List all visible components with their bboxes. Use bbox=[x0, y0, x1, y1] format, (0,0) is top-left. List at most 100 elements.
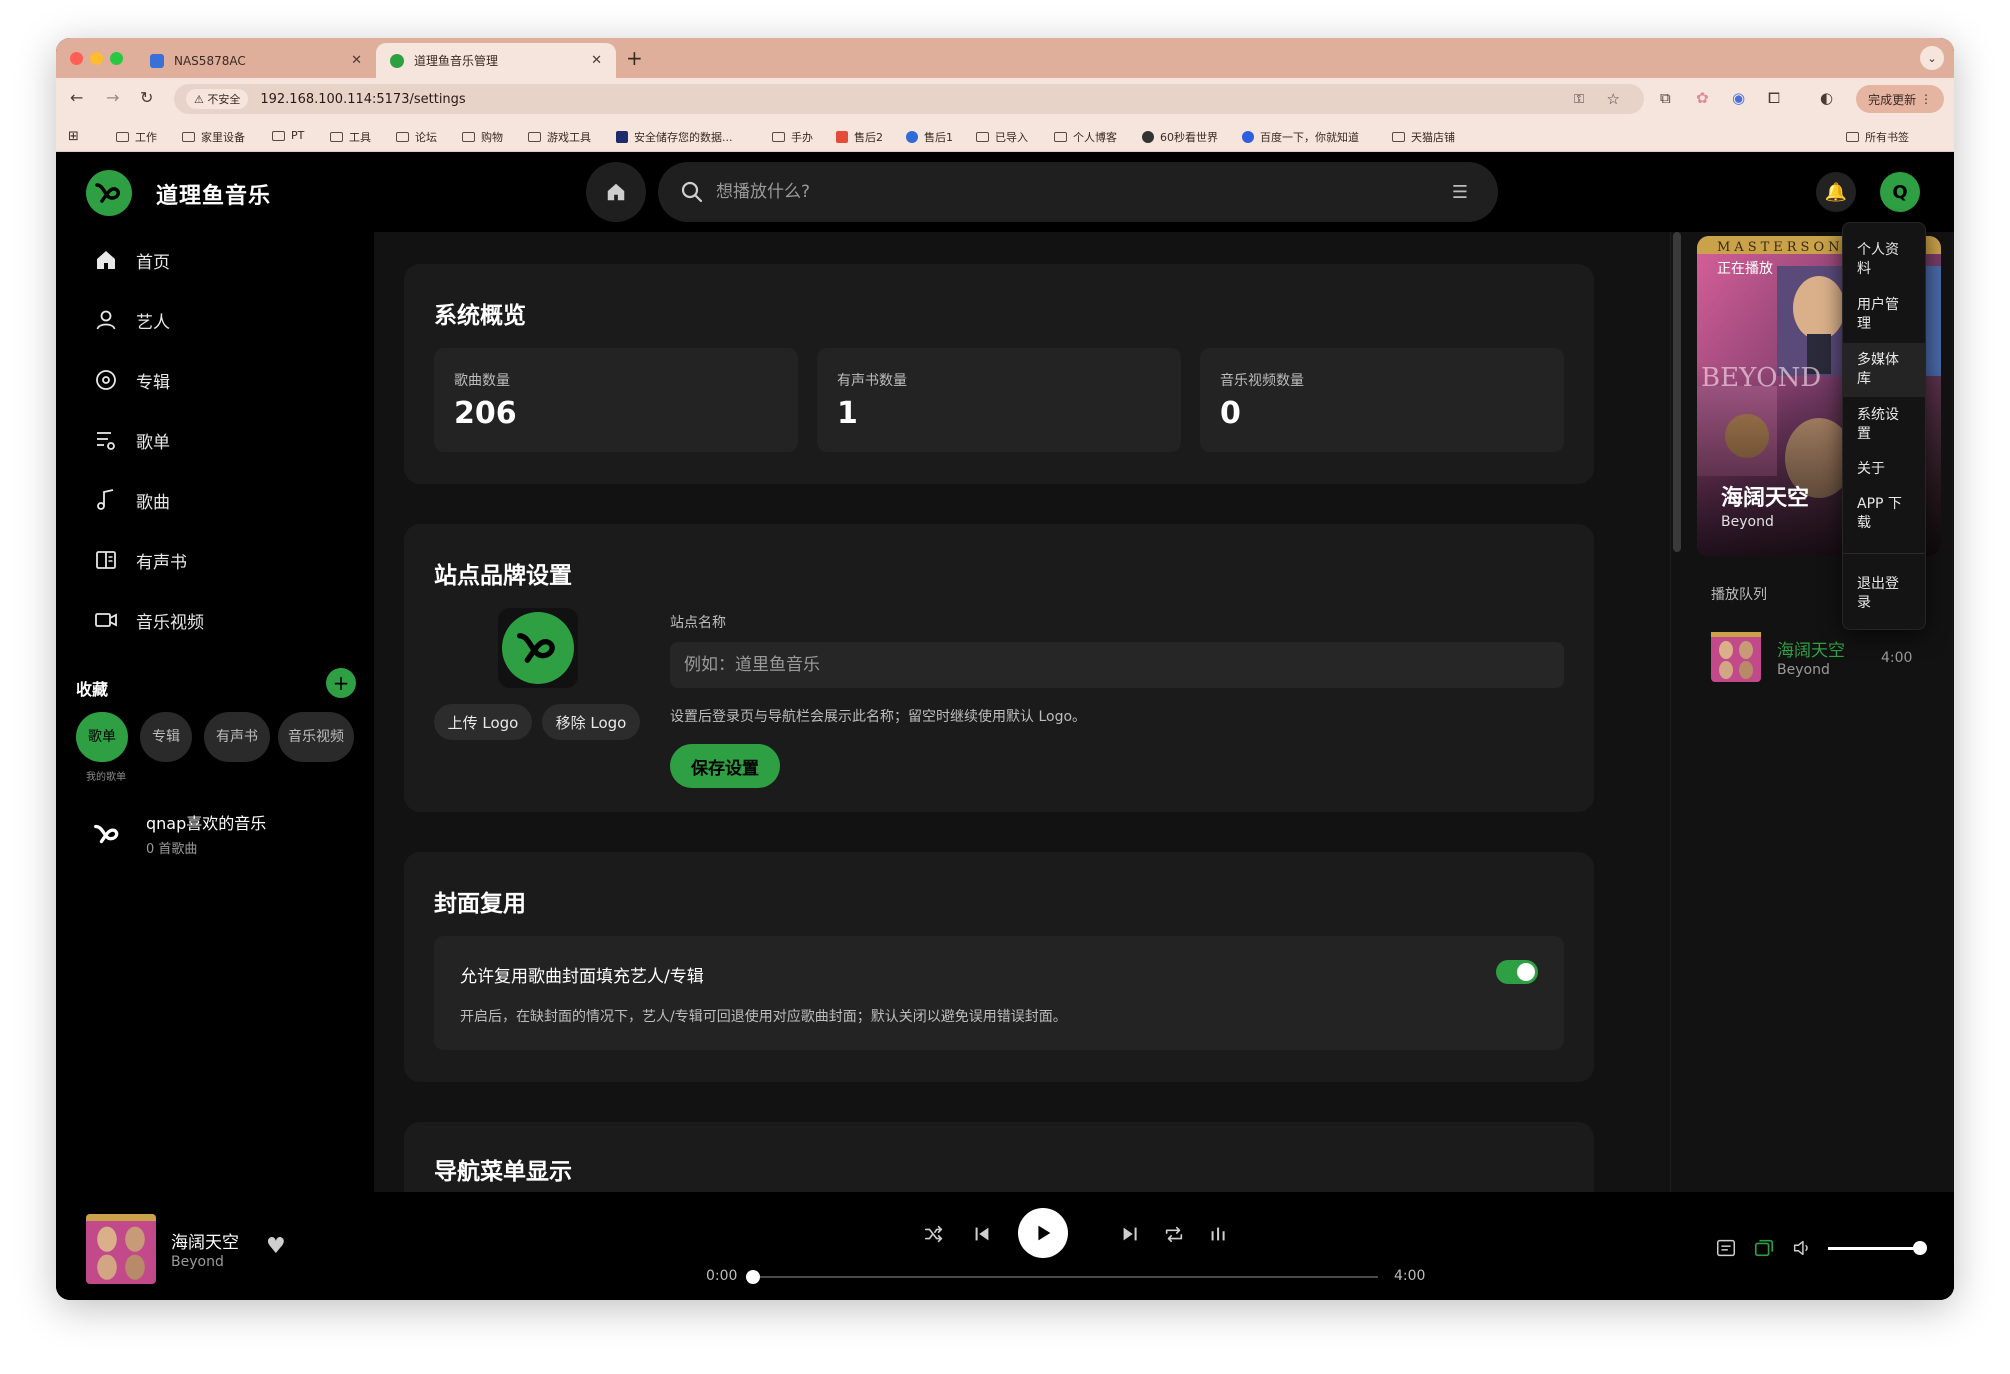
sidebar-item-audiobooks[interactable]: 有声书 bbox=[92, 540, 187, 580]
bookmark-item[interactable]: 安全储存您的数据... bbox=[616, 129, 733, 145]
volume-handle[interactable] bbox=[1912, 1241, 1927, 1255]
player-bar: 海阔天空 Beyond ♥ 0:00 4:00 bbox=[56, 1192, 1954, 1300]
extension-icon[interactable]: ⧉ bbox=[1660, 89, 1671, 107]
chip-albums[interactable]: 专辑 bbox=[140, 712, 192, 762]
shuffle-icon[interactable] bbox=[920, 1220, 948, 1248]
tab-nas[interactable]: NAS5878AC ✕ bbox=[136, 43, 376, 78]
search-bar[interactable]: ☰ bbox=[658, 162, 1498, 222]
bookmark-item[interactable]: 售后2 bbox=[836, 129, 883, 145]
menu-divider bbox=[1843, 553, 1925, 554]
bookmark-star-icon[interactable]: ☆ bbox=[1607, 90, 1620, 108]
password-key-icon[interactable]: ⚿ bbox=[1574, 92, 1584, 107]
sidebar-item-music-videos[interactable]: 音乐视频 bbox=[92, 600, 204, 640]
chip-audiobooks[interactable]: 有声书 bbox=[204, 712, 270, 762]
tab-search-chevron-icon[interactable]: ⌄ bbox=[1920, 46, 1944, 70]
menu-item-app-download[interactable]: APP 下载 bbox=[1843, 495, 1925, 533]
all-bookmarks[interactable]: 所有书签 bbox=[1846, 129, 1909, 145]
sidebar-item-playlists[interactable]: 歌单 bbox=[92, 420, 170, 460]
update-button[interactable]: 完成更新 ⋮ bbox=[1856, 85, 1944, 113]
sidebar-item-artists[interactable]: 艺人 bbox=[92, 300, 170, 340]
bookmark-item[interactable]: 游戏工具 bbox=[528, 129, 591, 145]
back-arrow-icon[interactable]: ← bbox=[70, 88, 83, 107]
app-topbar: 道理鱼音乐 ☰ 🔔 Q bbox=[56, 152, 1954, 232]
chip-music-videos[interactable]: 音乐视频 bbox=[278, 712, 354, 762]
sidebar-item-home[interactable]: 首页 bbox=[92, 240, 170, 280]
close-tab-icon[interactable]: ✕ bbox=[351, 53, 362, 68]
sidebar-item-albums[interactable]: 专辑 bbox=[92, 360, 170, 400]
security-warning-badge[interactable]: ⚠ 不安全 bbox=[186, 89, 249, 109]
progress-bar[interactable] bbox=[752, 1276, 1378, 1278]
extensions-puzzle-icon[interactable]: ⧠ bbox=[1768, 89, 1780, 107]
browser-window: NAS5878AC ✕ 道理鱼音乐管理 ✕ + ⌄ ← → ↻ ⚠ 不安全 19… bbox=[56, 38, 1954, 1300]
site-name-input[interactable] bbox=[670, 642, 1564, 688]
queue-item[interactable]: 海阔天空 Beyond 4:00 bbox=[1711, 632, 1941, 688]
chip-label: 歌单 bbox=[88, 729, 116, 745]
apps-grid-icon[interactable]: ⊞ bbox=[68, 129, 79, 144]
maximize-window-button[interactable] bbox=[110, 52, 123, 65]
browse-menu-icon[interactable]: ☰ bbox=[1452, 182, 1468, 203]
chip-playlists[interactable]: 歌单 bbox=[76, 712, 128, 762]
app-logo[interactable] bbox=[86, 170, 132, 216]
bookmark-item[interactable]: 工具 bbox=[330, 129, 371, 145]
reload-icon[interactable]: ↻ bbox=[140, 88, 153, 107]
queue-panel-icon[interactable] bbox=[1750, 1234, 1778, 1262]
menu-item-system-settings[interactable]: 系统设置 bbox=[1843, 406, 1925, 444]
volume-icon[interactable] bbox=[1788, 1234, 1816, 1262]
bookmark-item[interactable]: 百度一下，你就知道 bbox=[1242, 129, 1359, 145]
bookmark-item[interactable]: 家里设备 bbox=[182, 129, 245, 145]
bookmark-item[interactable]: 个人博客 bbox=[1054, 129, 1117, 145]
new-tab-icon[interactable]: + bbox=[626, 46, 643, 70]
menu-item-media-library[interactable]: 多媒体库 bbox=[1843, 343, 1925, 397]
cover-reuse-toggle[interactable] bbox=[1496, 960, 1538, 984]
folder-icon bbox=[976, 132, 989, 142]
equalizer-icon[interactable] bbox=[1204, 1220, 1232, 1248]
progress-handle[interactable] bbox=[746, 1270, 760, 1284]
upload-logo-button[interactable]: 上传 Logo bbox=[434, 704, 532, 740]
close-tab-icon[interactable]: ✕ bbox=[591, 53, 602, 68]
panel-scrollbar[interactable] bbox=[1673, 232, 1681, 552]
search-input[interactable] bbox=[716, 182, 1416, 202]
add-favorite-button[interactable]: + bbox=[326, 668, 356, 698]
forward-arrow-icon[interactable]: → bbox=[106, 88, 119, 107]
notifications-bell-icon[interactable]: 🔔 bbox=[1816, 172, 1856, 212]
sidebar-item-songs[interactable]: 歌曲 bbox=[92, 480, 170, 520]
address-bar[interactable]: ⚠ 不安全 192.168.100.114:5173/settings ⚿ ☆ bbox=[174, 84, 1644, 114]
bookmark-item[interactable]: 已导入 bbox=[976, 129, 1028, 145]
menu-item-profile[interactable]: 个人资料 bbox=[1843, 241, 1925, 279]
minimize-window-button[interactable] bbox=[90, 52, 103, 65]
player-thumb[interactable] bbox=[86, 1214, 156, 1284]
bookmark-item[interactable]: 购物 bbox=[462, 129, 503, 145]
menu-item-user-management[interactable]: 用户管理 bbox=[1843, 296, 1925, 334]
save-settings-button[interactable]: 保存设置 bbox=[670, 744, 780, 788]
volume-slider[interactable] bbox=[1828, 1247, 1920, 1250]
home-button[interactable] bbox=[586, 162, 646, 222]
stat-value: 1 bbox=[837, 396, 858, 431]
bookmark-item[interactable]: 论坛 bbox=[396, 129, 437, 145]
play-button[interactable] bbox=[1018, 1208, 1068, 1258]
next-track-icon[interactable] bbox=[1116, 1220, 1144, 1248]
bookmark-item[interactable]: PT bbox=[272, 129, 304, 142]
menu-item-logout[interactable]: 退出登录 bbox=[1843, 575, 1925, 613]
folder-icon bbox=[528, 132, 541, 142]
bookmark-item[interactable]: 60秒看世界 bbox=[1142, 129, 1218, 145]
bookmark-item[interactable]: 天猫店铺 bbox=[1392, 129, 1455, 145]
bookmark-label: 个人博客 bbox=[1073, 131, 1117, 144]
remove-logo-button[interactable]: 移除 Logo bbox=[542, 704, 640, 740]
user-avatar[interactable]: Q bbox=[1880, 172, 1920, 212]
lyrics-icon[interactable] bbox=[1712, 1234, 1740, 1262]
profile-avatar-icon[interactable]: ◐ bbox=[1820, 89, 1833, 107]
extension-icon[interactable]: ◉ bbox=[1732, 89, 1745, 107]
toggle-description: 开启后，在缺封面的情况下，艺人/专辑可回退使用对应歌曲封面；默认关闭以避免误用错… bbox=[460, 1009, 1067, 1025]
menu-item-about[interactable]: 关于 bbox=[1843, 460, 1925, 479]
playlist-item[interactable]: qnap喜欢的音乐 0 首歌曲 bbox=[92, 810, 266, 857]
bookmark-item[interactable]: 手办 bbox=[772, 129, 813, 145]
tab-music[interactable]: 道理鱼音乐管理 ✕ bbox=[376, 43, 616, 78]
close-window-button[interactable] bbox=[70, 52, 83, 65]
heart-icon[interactable]: ♥ bbox=[266, 1234, 286, 1259]
previous-track-icon[interactable] bbox=[968, 1220, 996, 1248]
bookmark-item[interactable]: 售后1 bbox=[906, 129, 953, 145]
repeat-icon[interactable] bbox=[1160, 1220, 1188, 1248]
extension-icon[interactable]: ✿ bbox=[1696, 89, 1709, 107]
bookmark-item[interactable]: 工作 bbox=[116, 129, 157, 145]
queue-item-duration: 4:00 bbox=[1881, 650, 1913, 666]
